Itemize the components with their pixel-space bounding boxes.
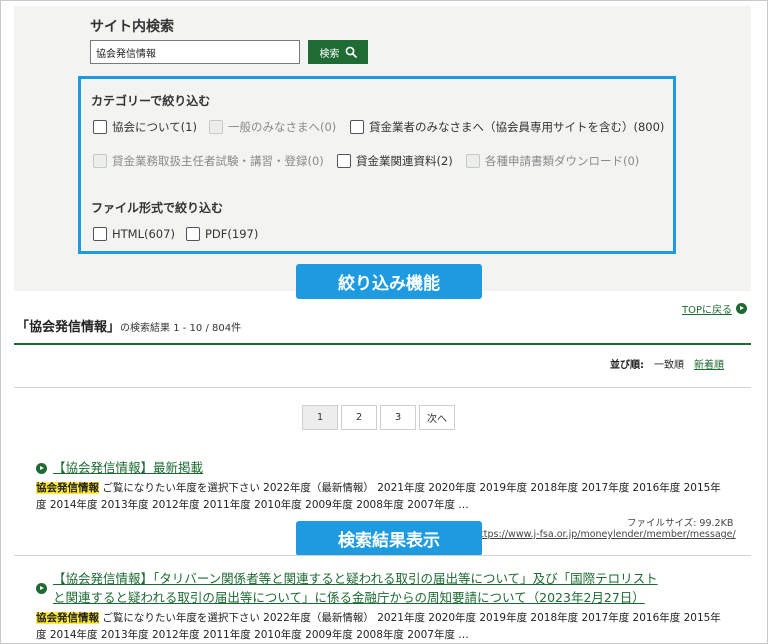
checkbox — [466, 154, 480, 168]
option-label: PDF(197) — [205, 227, 259, 241]
snippet-text: ご覧になりたい年度を選択下さい 2022年度（最新情報） 2021年度 2020… — [99, 482, 721, 494]
keyword-highlight: 協会発信情報 — [36, 612, 99, 624]
checkbox[interactable] — [337, 154, 351, 168]
file-size: ファイルサイズ: 99.2KB — [627, 518, 734, 529]
results-count: の検索結果 1 - 10 / 804件 — [120, 323, 242, 334]
option-label: 貸金業務取扱主任者試験・講習・登録(0) — [112, 154, 324, 168]
pagination: 1 2 3 次へ — [302, 405, 455, 430]
result-title-link[interactable]: 【協会発信情報】最新掲載 — [53, 458, 203, 477]
search-button[interactable]: 検索 — [308, 40, 368, 64]
search-input[interactable] — [90, 40, 300, 64]
checkbox[interactable] — [93, 227, 107, 241]
option-label: 貸金業関連資料(2) — [356, 154, 453, 168]
option-label: 各種申請書類ダウンロード(0) — [485, 154, 640, 168]
category-option-exam: 貸金業務取扱主任者試験・講習・登録(0) — [93, 153, 324, 169]
results-open-quote: 「 — [16, 320, 30, 335]
filetype-heading: ファイル形式で絞り込む — [91, 201, 224, 215]
category-option-general-public: 一般のみなさまへ(0) — [209, 119, 336, 135]
result-snippet: 協会発信情報 ご覧になりたい年度を選択下さい 2022年度（最新情報） 2021… — [36, 610, 736, 644]
search-title: サイト内検索 — [90, 19, 174, 35]
filetype-option-html[interactable]: HTML(607) — [93, 227, 175, 241]
option-label: 一般のみなさまへ(0) — [228, 120, 337, 134]
snippet-text: 度 2014年度 2013年度 2012年度 2011年度 2010年度 200… — [36, 499, 469, 511]
results-callout: 検索結果表示 — [296, 521, 482, 556]
sort-bar: 並び順: 一致順 新着順 — [610, 356, 724, 371]
result-item: 【協会発信情報】「タリバーン関係者等と関連すると疑われる取引の届出等について」及… — [36, 569, 736, 644]
checkbox[interactable] — [186, 227, 200, 241]
option-label: 貸金業者のみなさまへ（協会員専用サイトを含む）(800) — [369, 120, 665, 134]
arrow-circle-icon — [736, 303, 748, 314]
page-1[interactable]: 1 — [302, 405, 338, 430]
sort-relevance: 一致順 — [654, 360, 684, 371]
category-heading: カテゴリーで絞り込む — [91, 94, 211, 108]
result-url[interactable]: https://www.j-fsa.or.jp/moneylender/memb… — [474, 529, 736, 540]
results-header: 「 協会発信情報 」 の検索結果 1 - 10 / 804件 — [16, 316, 241, 335]
arrow-circle-icon — [36, 463, 47, 474]
back-to-top-label: TOPに戻る — [682, 305, 733, 316]
result-title: 【協会発信情報】最新掲載 — [36, 458, 736, 477]
search-panel: サイト内検索 検索 カテゴリーで絞り込む 協会について(1) 一般のみなさまへ(… — [14, 6, 751, 291]
checkbox[interactable] — [93, 120, 107, 134]
result-snippet: 協会発信情報 ご覧になりたい年度を選択下さい 2022年度（最新情報） 2021… — [36, 480, 736, 514]
option-label: HTML(607) — [112, 227, 175, 241]
results-query: 協会発信情報 — [29, 320, 108, 335]
sort-label: 並び順: — [610, 360, 644, 371]
result-title-line: 【協会発信情報】「タリバーン関係者等と関連すると疑われる取引の届出等について」及… — [53, 571, 658, 586]
checkbox — [209, 120, 223, 134]
divider — [14, 555, 751, 556]
divider — [14, 387, 751, 388]
results-close-quote: 」 — [107, 320, 121, 335]
result-title-link[interactable]: 【協会発信情報】「タリバーン関係者等と関連すると疑われる取引の届出等について」及… — [53, 569, 658, 607]
result-title-line: と関連すると疑われる取引の届出等について」に係る金融庁からの周知要請について（2… — [53, 590, 645, 605]
next-page-button[interactable]: 次へ — [419, 405, 455, 430]
back-to-top-link[interactable]: TOPに戻る — [682, 301, 748, 316]
page-2[interactable]: 2 — [341, 405, 377, 430]
arrow-circle-icon — [36, 583, 47, 594]
keyword-highlight: 協会発信情報 — [36, 482, 99, 494]
category-option-lenders[interactable]: 貸金業者のみなさまへ（協会員専用サイトを含む）(800) — [350, 119, 664, 135]
category-option-materials[interactable]: 貸金業関連資料(2) — [337, 153, 453, 169]
filter-callout: 絞り込み機能 — [296, 264, 482, 299]
search-icon — [345, 46, 357, 58]
category-option-downloads: 各種申請書類ダウンロード(0) — [466, 153, 639, 169]
category-option-about[interactable]: 協会について(1) — [93, 119, 197, 135]
page-3[interactable]: 3 — [380, 405, 416, 430]
search-button-label: 検索 — [319, 48, 340, 60]
filetype-option-pdf[interactable]: PDF(197) — [186, 227, 258, 241]
option-label: 協会について(1) — [112, 120, 197, 134]
checkbox[interactable] — [350, 120, 364, 134]
divider — [14, 343, 751, 345]
result-title: 【協会発信情報】「タリバーン関係者等と関連すると疑われる取引の届出等について」及… — [36, 569, 736, 607]
result-item: 【協会発信情報】最新掲載 協会発信情報 ご覧になりたい年度を選択下さい 2022… — [36, 458, 736, 514]
sort-newest-link[interactable]: 新着順 — [694, 356, 724, 371]
snippet-text: ご覧になりたい年度を選択下さい 2022年度（最新情報） 2021年度 2020… — [99, 612, 721, 624]
filter-box: カテゴリーで絞り込む 協会について(1) 一般のみなさまへ(0) 貸金業者のみな… — [78, 76, 676, 254]
checkbox — [93, 154, 107, 168]
snippet-text: 度 2014年度 2013年度 2012年度 2011年度 2010年度 200… — [36, 629, 469, 641]
